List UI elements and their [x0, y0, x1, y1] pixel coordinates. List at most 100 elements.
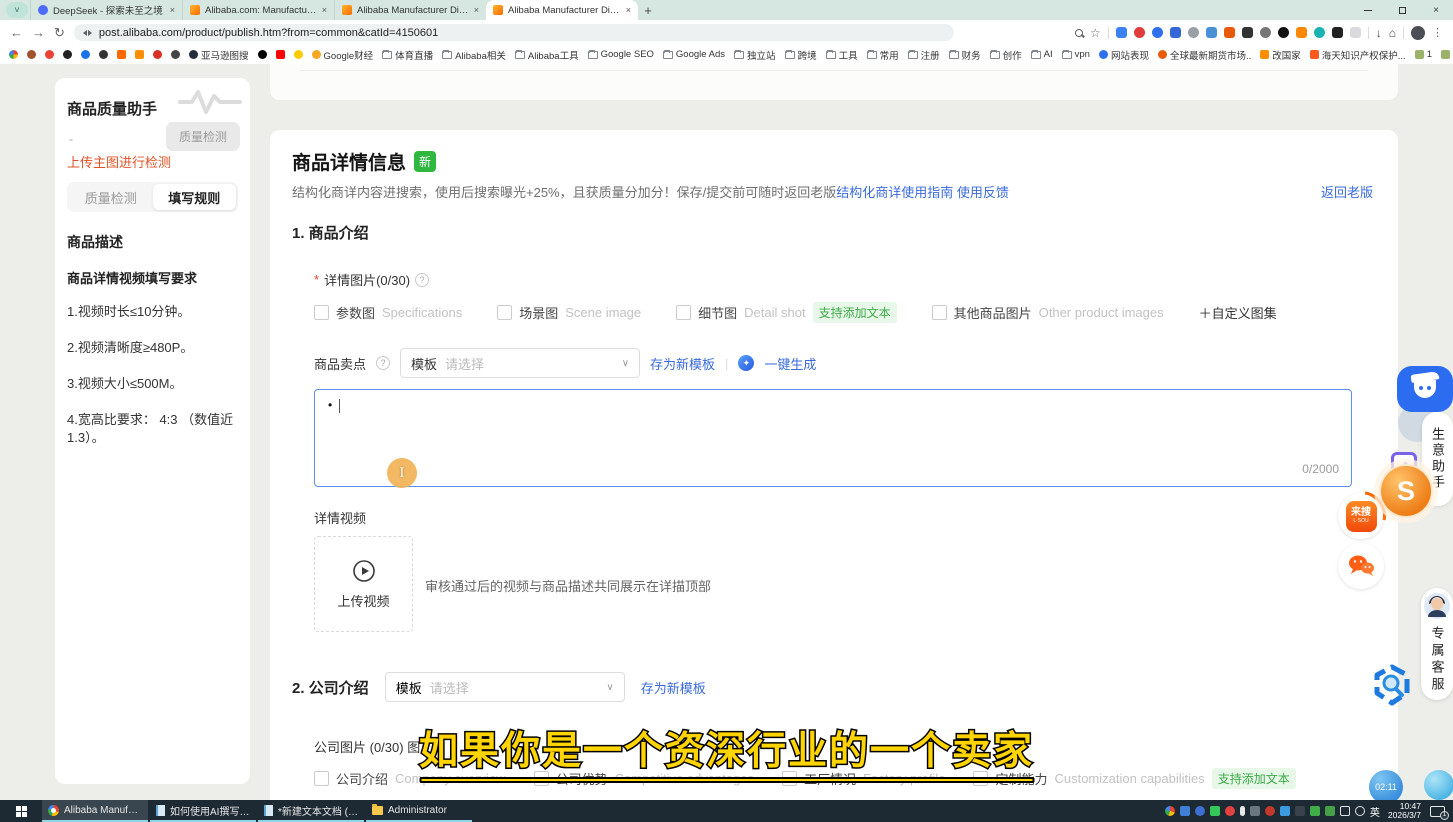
profile-avatar[interactable] — [1411, 26, 1425, 40]
tray-mic-icon[interactable] — [1240, 806, 1245, 816]
tray-icon[interactable] — [1280, 806, 1290, 816]
tray-chrome-icon[interactable] — [1165, 806, 1175, 816]
favicon-icon[interactable] — [153, 50, 162, 59]
save-as-template-link[interactable]: 存为新模板 — [641, 678, 706, 697]
checkbox-icon[interactable] — [314, 771, 329, 786]
quality-check-button[interactable]: 质量检测 — [166, 122, 240, 151]
taskbar-app-notepad[interactable]: 如何使用AI撰写产... — [150, 800, 256, 822]
bookmark-folder[interactable]: AI — [1031, 49, 1053, 60]
one-click-generate-link[interactable]: 一键生成 — [764, 354, 816, 373]
taskbar-app-notepad[interactable]: *新建文本文档 (2).t... — [258, 800, 364, 822]
extension-icon[interactable] — [1242, 27, 1253, 38]
extension-icon[interactable] — [1314, 27, 1325, 38]
bookmark-folder[interactable]: 体育直播 — [382, 48, 433, 62]
favicon-icon[interactable] — [9, 50, 18, 59]
tray-screenshot-icon[interactable] — [1250, 806, 1260, 816]
bookmark-folder[interactable]: 创作 — [990, 48, 1022, 62]
checkbox-icon[interactable] — [676, 305, 691, 320]
bookmark-folder[interactable]: 独立站 — [734, 48, 776, 62]
bookmark[interactable]: 全球最新期货市场.. — [1158, 48, 1251, 62]
tray-icon[interactable] — [1225, 806, 1235, 816]
upload-video-button[interactable]: 上传视频 — [314, 536, 413, 632]
browser-tab[interactable]: Alibaba Manufacturer Direct... × — [334, 0, 486, 20]
gmail-icon[interactable] — [45, 50, 54, 59]
bookmark[interactable]: 网站表现 — [1099, 48, 1149, 62]
recording-timer-bubble[interactable]: 02:11 — [1369, 770, 1403, 804]
bookmark-folder[interactable]: 注册 — [908, 48, 940, 62]
upload-main-image-link[interactable]: 上传主图进行检测 — [67, 152, 171, 171]
alibaba-icon[interactable] — [135, 50, 144, 59]
ime-indicator[interactable]: 英 — [1370, 804, 1380, 819]
taskbar-clock[interactable]: 10:472026/3/7 — [1388, 802, 1421, 820]
business-assistant-icon[interactable] — [1397, 366, 1453, 412]
bookmark[interactable]: 改国家 — [1260, 48, 1301, 62]
help-question-icon[interactable]: ? — [415, 273, 429, 287]
tab-close-icon[interactable]: × — [170, 5, 175, 15]
bookmark-folder[interactable]: 工具 — [826, 48, 858, 62]
youtube-icon[interactable] — [276, 50, 285, 59]
extension-icon[interactable] — [1260, 27, 1271, 38]
tray-speaker-icon[interactable] — [1355, 806, 1365, 816]
bookmark-folder[interactable]: 跨境 — [785, 48, 817, 62]
bookmark-folder[interactable]: Alibaba相关 — [442, 48, 506, 62]
extension-icon[interactable] — [1152, 27, 1163, 38]
extension-icon[interactable] — [1116, 27, 1127, 38]
help-question-icon[interactable]: ? — [376, 356, 390, 370]
bookmark-folder[interactable]: Alibaba工具 — [515, 48, 579, 62]
bookmark[interactable]: Google财经 — [312, 48, 374, 62]
search-hexagon-icon[interactable] — [1371, 664, 1413, 706]
minimize-button[interactable] — [1351, 0, 1385, 20]
bookmark[interactable]: 亚马逊图搜 — [189, 48, 249, 62]
chat-float-icon[interactable] — [1424, 770, 1453, 800]
favicon-icon[interactable] — [27, 50, 36, 59]
tray-icon[interactable] — [1310, 806, 1320, 816]
extension-icon[interactable] — [1170, 27, 1181, 38]
forward-icon[interactable]: → — [32, 25, 45, 40]
wechat-float-icon[interactable] — [1338, 543, 1384, 589]
tray-message-icon[interactable] — [1210, 806, 1220, 816]
back-icon[interactable]: ← — [10, 25, 23, 40]
custom-gallery-button[interactable]: ＋自定义图集 — [1199, 303, 1277, 322]
template-select[interactable]: 模板 请选择 ∨ — [400, 348, 640, 378]
emoji-favicon-icon[interactable] — [294, 50, 303, 59]
tab-search-chevron-icon[interactable]: ˅ — [6, 2, 28, 18]
action-center-icon[interactable]: 1 — [1430, 806, 1445, 817]
bookmark[interactable]: 海天知识产权保护... — [1310, 48, 1406, 62]
downloads-icon[interactable]: ↓ — [1376, 26, 1382, 40]
extension-icon[interactable] — [1188, 27, 1199, 38]
close-button[interactable]: × — [1419, 0, 1453, 20]
feedback-link[interactable]: 使用反馈 — [957, 185, 1009, 200]
guide-link[interactable]: 结构化商详使用指南 — [836, 185, 953, 200]
template-select[interactable]: 模板 请选择 ∨ — [385, 672, 625, 702]
ai-generate-icon[interactable]: ✦ — [738, 355, 754, 371]
tray-shield-icon[interactable] — [1195, 806, 1205, 816]
favicon-icon[interactable] — [117, 50, 126, 59]
maximize-button[interactable] — [1385, 0, 1419, 20]
bookmark-folder[interactable]: vpn — [1062, 49, 1090, 60]
bookmark[interactable]: 2 — [1441, 49, 1453, 60]
tracking-protection-icon[interactable] — [83, 30, 92, 36]
tray-icon[interactable] — [1325, 806, 1335, 816]
extension-icon[interactable] — [1224, 27, 1235, 38]
laisou-float-icon[interactable]: 来搜 L·SOU — [1338, 493, 1384, 539]
reload-icon[interactable]: ↻ — [54, 25, 65, 41]
new-tab-button[interactable]: + — [638, 0, 658, 20]
tab-quality-check[interactable]: 质量检测 — [69, 184, 153, 210]
favicon-icon[interactable] — [81, 50, 90, 59]
zoom-icon[interactable] — [1075, 29, 1083, 37]
checkbox-specifications[interactable]: 参数图Specifications — [314, 303, 462, 322]
browser-tab-active[interactable]: Alibaba Manufacturer Direct... × — [486, 0, 638, 20]
extension-icon[interactable] — [1278, 27, 1289, 38]
checkbox-other-product-images[interactable]: 其他商品图片Other product images — [932, 303, 1164, 322]
extensions-puzzle-icon[interactable] — [1350, 27, 1361, 38]
checkbox-scene-image[interactable]: 场景图Scene image — [497, 303, 641, 322]
start-button[interactable] — [0, 800, 42, 822]
tray-icon[interactable] — [1180, 806, 1190, 816]
selling-point-textarea[interactable]: • 0/2000 — [314, 389, 1352, 487]
address-bar[interactable]: post.alibaba.com/product/publish.htm?fro… — [74, 24, 954, 41]
checkbox-icon[interactable] — [314, 305, 329, 320]
bookmark-folder[interactable]: 常用 — [867, 48, 899, 62]
tab-close-icon[interactable]: × — [474, 5, 479, 15]
bookmark-star-icon[interactable]: ☆ — [1090, 26, 1101, 40]
taskbar-app-chrome[interactable]: Alibaba Manufact... — [42, 800, 148, 822]
